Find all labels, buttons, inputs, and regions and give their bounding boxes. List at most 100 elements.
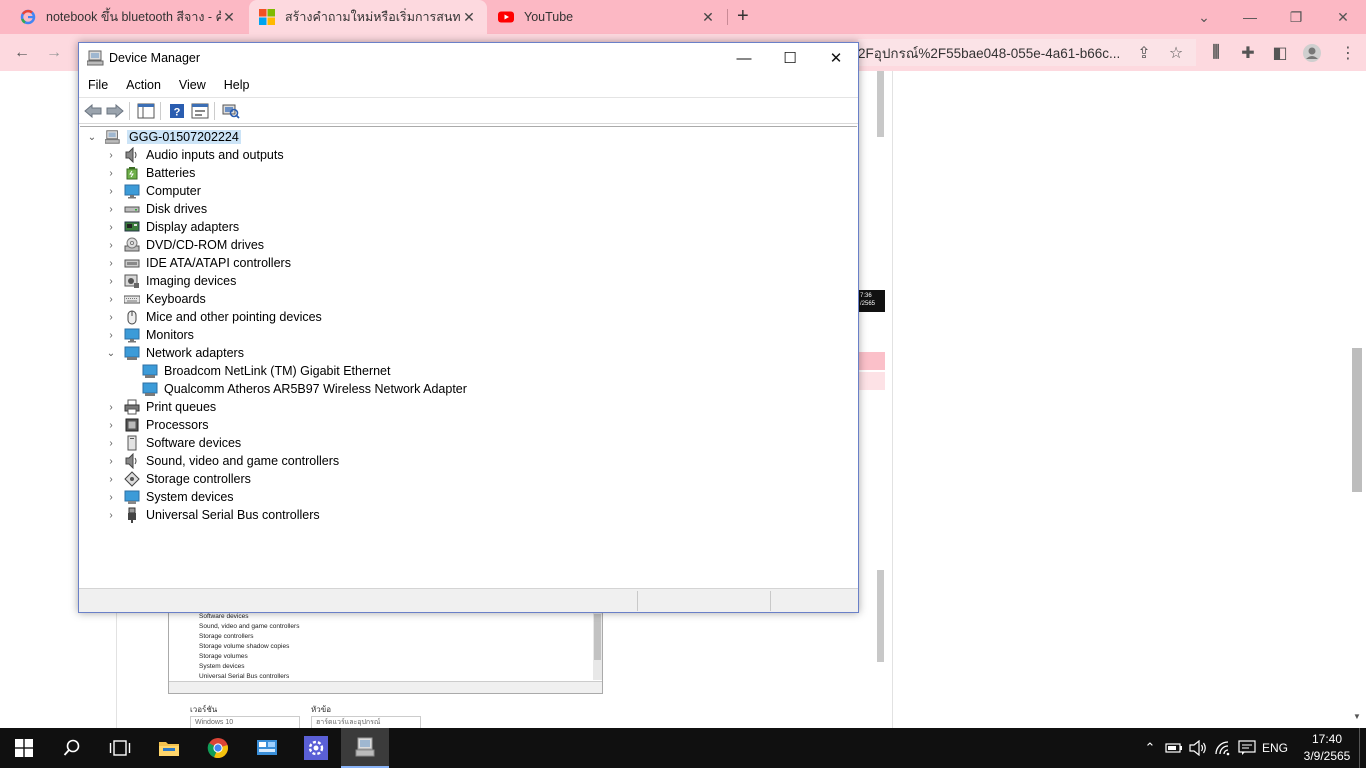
share-icon[interactable]: ⇪: [1133, 42, 1155, 64]
expand-chevron-icon[interactable]: ›: [104, 402, 118, 413]
control-panel-icon[interactable]: [243, 728, 291, 768]
expand-chevron-icon[interactable]: ›: [104, 258, 118, 269]
input-indicator-icon[interactable]: [1236, 728, 1258, 768]
page-scrollbar-thumb[interactable]: [1352, 348, 1362, 492]
category-print-queues[interactable]: › Print queues: [104, 398, 216, 416]
expand-chevron-icon[interactable]: ›: [104, 276, 118, 287]
show-desktop-button[interactable]: [1359, 728, 1366, 768]
close-button[interactable]: ✕: [813, 43, 859, 73]
expand-chevron-icon[interactable]: ›: [104, 186, 118, 197]
extension-icon[interactable]: ⫼: [1205, 42, 1227, 64]
start-button[interactable]: [0, 728, 48, 768]
menu-file[interactable]: File: [79, 78, 117, 92]
volume-icon[interactable]: [1187, 728, 1209, 768]
expand-chevron-icon[interactable]: ›: [104, 168, 118, 179]
help-icon[interactable]: ?: [167, 102, 187, 120]
tab-search-icon[interactable]: ⌄: [1181, 0, 1227, 34]
expand-chevron-icon[interactable]: ›: [104, 492, 118, 503]
tree-root[interactable]: ⌄ GGG-01507202224: [85, 128, 241, 146]
expand-chevron-icon[interactable]: ›: [104, 474, 118, 485]
expand-chevron-icon[interactable]: ›: [104, 294, 118, 305]
category-display-adapters[interactable]: › Display adapters: [104, 218, 239, 236]
tab-google-search[interactable]: notebook ขึ้น bluetooth สีจาง - ค้น ✕: [10, 0, 247, 34]
menu-help[interactable]: Help: [215, 78, 259, 92]
category-audio-inputs-and-outputs[interactable]: › Audio inputs and outputs: [104, 146, 284, 164]
scan-hardware-changes-icon[interactable]: [221, 102, 241, 120]
category-ide-ata-atapi-controllers[interactable]: › IDE ATA/ATAPI controllers: [104, 254, 291, 272]
browser-menu-icon[interactable]: ⋮: [1337, 42, 1359, 64]
properties-window-icon[interactable]: [190, 102, 210, 120]
side-panel-icon[interactable]: ◧: [1269, 42, 1291, 64]
category-universal-serial-bus-controllers[interactable]: › Universal Serial Bus controllers: [104, 506, 320, 524]
language-indicator[interactable]: ENG: [1260, 728, 1290, 768]
expand-chevron-icon[interactable]: ›: [104, 150, 118, 161]
expand-chevron-icon[interactable]: ›: [104, 330, 118, 341]
settings-gear-icon[interactable]: [292, 728, 340, 768]
category-sound-video-and-game-controllers[interactable]: › Sound, video and game controllers: [104, 452, 339, 470]
collapse-chevron-icon[interactable]: ⌄: [85, 132, 99, 143]
profile-avatar-icon[interactable]: [1301, 42, 1323, 64]
system-device-icon: [124, 489, 140, 505]
tab-microsoft-community[interactable]: สร้างคำถามใหม่หรือเริ่มการสนทนา ✕: [249, 0, 487, 34]
inner-scrollbar-thumb[interactable]: [877, 570, 884, 662]
file-explorer-icon[interactable]: [145, 728, 193, 768]
expand-chevron-icon[interactable]: ›: [104, 222, 118, 233]
back-arrow-icon[interactable]: [83, 102, 103, 120]
mouse-icon: [124, 309, 140, 325]
category-system-devices[interactable]: › System devices: [104, 488, 234, 506]
expand-chevron-icon[interactable]: ›: [104, 312, 118, 323]
bookmark-star-icon[interactable]: ☆: [1165, 42, 1187, 64]
minimize-browser-button[interactable]: —: [1227, 0, 1273, 34]
expand-chevron-icon[interactable]: ›: [104, 438, 118, 449]
category-computer[interactable]: › Computer: [104, 182, 201, 200]
battery-tray-icon[interactable]: [1163, 728, 1185, 768]
task-view-icon[interactable]: [96, 728, 144, 768]
category-storage-controllers[interactable]: › Storage controllers: [104, 470, 251, 488]
category-imaging-devices[interactable]: › Imaging devices: [104, 272, 236, 290]
collapse-chevron-icon[interactable]: ⌄: [104, 348, 118, 359]
chrome-icon[interactable]: [194, 728, 242, 768]
wifi-icon[interactable]: [1212, 728, 1234, 768]
close-browser-button[interactable]: ✕: [1320, 0, 1366, 34]
expand-chevron-icon[interactable]: ›: [104, 456, 118, 467]
category-disk-drives[interactable]: › Disk drives: [104, 200, 207, 218]
new-tab-button[interactable]: +: [737, 5, 749, 28]
tab-youtube[interactable]: YouTube ✕: [488, 0, 726, 34]
category-keyboards[interactable]: › Keyboards: [104, 290, 205, 308]
toolbar-separator: [129, 102, 130, 120]
category-network-adapters[interactable]: ⌄ Network adapters: [104, 344, 244, 362]
back-icon[interactable]: ←: [11, 42, 33, 64]
google-icon: [20, 9, 36, 25]
close-tab-icon[interactable]: ✕: [700, 9, 716, 26]
expand-chevron-icon[interactable]: ›: [104, 510, 118, 521]
show-hidden-icons-chevron[interactable]: ⌃: [1140, 728, 1160, 768]
close-tab-icon[interactable]: ✕: [221, 9, 237, 26]
scroll-down-arrow[interactable]: ▼: [1352, 712, 1362, 726]
device-item[interactable]: Broadcom NetLink (TM) Gigabit Ethernet: [142, 362, 390, 380]
menu-action[interactable]: Action: [117, 78, 170, 92]
device-item[interactable]: Qualcomm Atheros AR5B97 Wireless Network…: [142, 380, 467, 398]
category-label: Processors: [146, 418, 209, 432]
expand-chevron-icon[interactable]: ›: [104, 204, 118, 215]
show-hide-console-tree-icon[interactable]: [136, 102, 156, 120]
category-processors[interactable]: › Processors: [104, 416, 209, 434]
category-mice-and-other-pointing-devices[interactable]: › Mice and other pointing devices: [104, 308, 322, 326]
category-batteries[interactable]: › Batteries: [104, 164, 195, 182]
category-software-devices[interactable]: › Software devices: [104, 434, 241, 452]
inner-scrollbar-thumb[interactable]: [877, 71, 884, 137]
expand-chevron-icon[interactable]: ›: [104, 420, 118, 431]
clock[interactable]: 17:40 3/9/2565: [1296, 731, 1358, 765]
extensions-puzzle-icon[interactable]: ✚: [1237, 42, 1259, 64]
forward-icon[interactable]: →: [43, 42, 65, 64]
restore-browser-button[interactable]: ❐: [1273, 0, 1319, 34]
close-tab-icon[interactable]: ✕: [461, 9, 477, 26]
expand-chevron-icon[interactable]: ›: [104, 240, 118, 251]
minimize-button[interactable]: —: [721, 43, 767, 73]
category-monitors[interactable]: › Monitors: [104, 326, 194, 344]
category-dvd-cd-rom-drives[interactable]: › DVD/CD-ROM drives: [104, 236, 264, 254]
device-manager-taskbar-button[interactable]: [341, 728, 389, 768]
forward-arrow-icon[interactable]: [105, 102, 125, 120]
search-icon[interactable]: [48, 728, 96, 768]
menu-view[interactable]: View: [170, 78, 215, 92]
maximize-button[interactable]: ☐: [767, 43, 813, 73]
